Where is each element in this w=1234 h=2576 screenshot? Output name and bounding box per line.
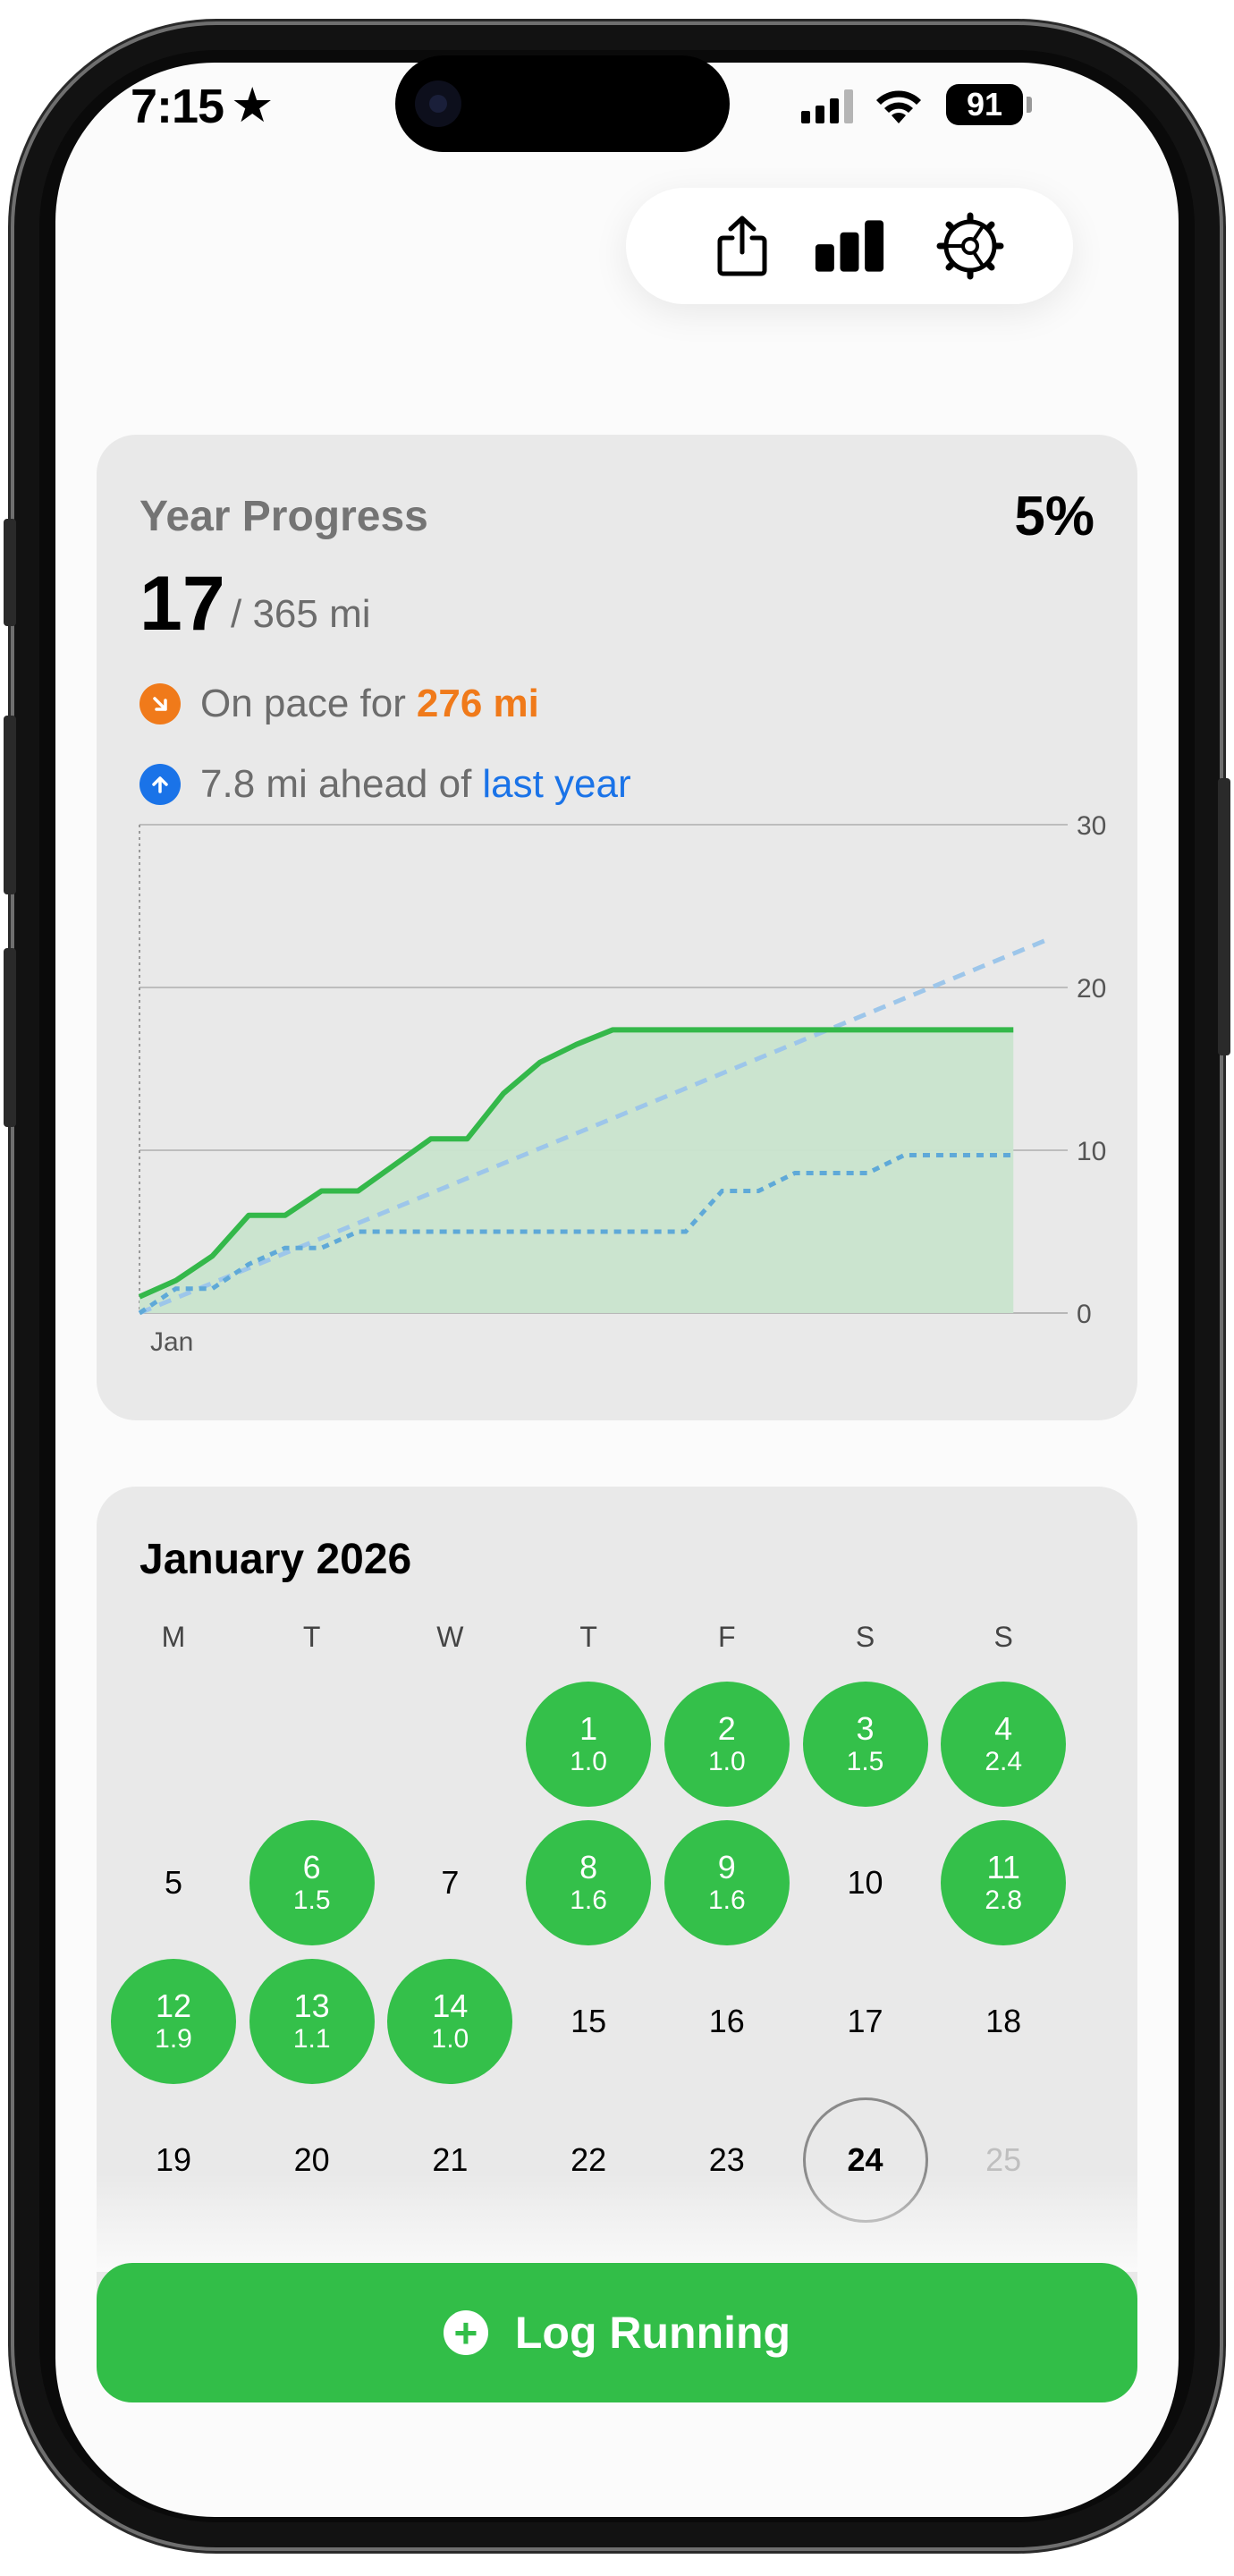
scroll-fade [55,2174,1179,2272]
day-distance: 1.0 [431,2024,469,2055]
cellular-signal-icon [801,89,858,123]
day-number: 16 [708,2003,745,2040]
status-time: 7:15 [131,80,224,133]
settings-button[interactable] [934,210,1006,282]
series-area-current [139,1030,1014,1313]
day-number: 6 [302,1849,321,1886]
calendar-day[interactable]: 13 1.1 [249,1959,375,2084]
gear-icon [936,212,1004,280]
current-distance: 17 [139,561,225,647]
bar-chart-icon [815,220,884,272]
compare-label: 7.8 mi ahead of [200,762,472,806]
day-number: 12 [155,1987,192,2025]
wifi-icon [876,90,921,123]
compare-row: 7.8 mi ahead of last year [139,762,631,807]
calendar-day[interactable]: 3 1.5 [802,1682,928,1807]
day-number: 11 [986,1849,1020,1886]
day-number: 5 [164,1864,183,1902]
calendar-day[interactable]: 9 1.6 [663,1820,790,1945]
year-progress-card[interactable]: Year Progress 5% 17 / 365 mi On pace for… [97,435,1137,1420]
goal-distance: / 365 mi [231,592,371,636]
calendar-day[interactable]: 5 [111,1820,236,1945]
calendar-day[interactable]: 10 [803,1820,928,1945]
day-distance: 2.4 [985,1747,1023,1777]
day-number: 18 [985,2003,1022,2040]
calendar-day[interactable]: 6 1.5 [249,1820,375,1945]
calendar-day[interactable]: 11 2.8 [941,1820,1067,1945]
day-distance: 1.6 [570,1885,607,1916]
camera-icon [415,80,461,127]
calendar-day[interactable]: 2 1.0 [663,1682,790,1807]
day-distance: 2.8 [985,1885,1023,1916]
y-tick-label: 20 [1077,974,1106,1004]
calendar-day[interactable]: 17 [803,1959,928,2084]
share-button[interactable] [706,210,778,282]
day-distance: 1.9 [155,2024,192,2055]
day-number: 17 [847,2003,883,2040]
year-progress-percent: 5% [1014,486,1095,547]
day-number: 3 [856,1710,875,1748]
day-number: 9 [717,1849,736,1886]
weekday-label: T [302,1621,321,1653]
day-distance: 1.0 [707,1747,746,1777]
log-running-button[interactable]: + Log Running [97,2263,1137,2402]
pace-label: On pace for [200,682,406,725]
power-button [1218,778,1230,1055]
plus-circle-icon: + [443,2310,488,2355]
year-progress-title: Year Progress [139,493,428,540]
battery-indicator: 91 [946,84,1023,125]
calendar-day[interactable]: 12 1.9 [111,1959,236,2084]
day-number: 1 [579,1710,598,1748]
pace-value: 276 mi [416,682,539,725]
day-number: 15 [571,2003,607,2040]
y-tick-label: 30 [1077,811,1106,841]
action-button [4,519,16,626]
battery-nub [1027,97,1032,113]
toolbar [626,188,1073,304]
day-distance: 1.1 [292,2024,331,2055]
calendar-day[interactable]: 15 [526,1959,651,2084]
weekday-label: S [993,1621,1013,1653]
weekday-label: T [579,1621,597,1653]
calendar-day[interactable]: 16 [664,1959,790,2084]
stats-button[interactable] [814,210,885,282]
pace-row: On pace for 276 mi [139,682,539,726]
day-number: 7 [441,1864,460,1902]
calendar-day[interactable]: 14 1.0 [387,1959,513,2084]
calendar-day[interactable]: 4 2.4 [941,1682,1067,1807]
weekday-label: W [436,1621,464,1653]
share-icon [717,216,767,276]
calendar-day[interactable]: 7 [387,1820,512,1945]
year-progress-chart: 0 10 20 30 Jan [138,811,1106,1357]
day-number: 4 [994,1710,1013,1748]
weekday-label: F [718,1621,736,1653]
compare-value[interactable]: last year [482,762,630,807]
day-distance: 1.6 [707,1885,746,1916]
dynamic-island [395,55,730,152]
y-tick-label: 0 [1077,1300,1092,1329]
x-tick-label: Jan [150,1327,193,1357]
day-number: 14 [432,1987,469,2025]
arrow-up-icon [139,764,181,805]
calendar-day[interactable]: 18 [941,1959,1066,2084]
weekday-label: S [855,1621,875,1653]
calendar-day[interactable]: 8 1.6 [526,1820,652,1945]
day-distance: 1.5 [292,1885,331,1916]
volume-up-button [4,716,16,894]
star-icon: ★ [231,79,275,132]
log-running-label: Log Running [514,2308,791,2358]
y-tick-label: 10 [1077,1137,1106,1166]
volume-down-button [4,948,16,1127]
day-number: 8 [579,1849,598,1886]
weekday-label: M [161,1621,186,1653]
day-distance: 1.5 [846,1747,884,1777]
day-number: 13 [293,1987,330,2025]
arrow-down-right-icon [139,683,181,724]
day-distance: 1.0 [570,1747,607,1777]
day-number: 2 [717,1710,736,1748]
month-title: January 2026 [139,1536,412,1583]
day-number: 10 [847,1864,883,1902]
calendar-day[interactable]: 1 1.0 [526,1682,652,1807]
